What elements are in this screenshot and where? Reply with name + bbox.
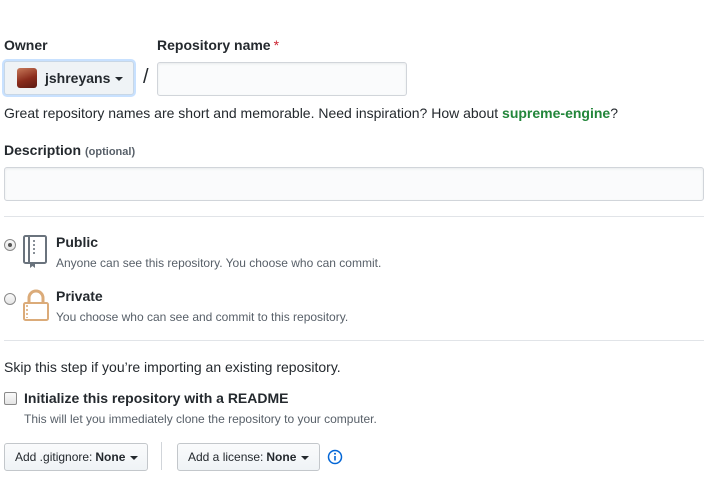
license-dropdown[interactable]: Add a license: None: [177, 443, 320, 471]
public-description: Anyone can see this repository. You choo…: [56, 256, 382, 270]
chevron-down-icon: [115, 77, 124, 81]
description-label: Description (optional): [4, 142, 135, 158]
info-icon[interactable]: [327, 449, 343, 465]
skip-step-text: Skip this step if you’re importing an ex…: [4, 359, 341, 375]
hint-suffix: ?: [610, 105, 618, 121]
readme-checkbox[interactable]: [4, 392, 17, 405]
private-title: Private: [56, 288, 103, 304]
description-input[interactable]: [4, 167, 704, 201]
divider: [4, 216, 704, 217]
required-mark: *: [273, 37, 280, 53]
hint-text: Great repository names are short and mem…: [4, 105, 503, 121]
chevron-down-icon: [301, 456, 310, 460]
lock-icon: [23, 289, 49, 321]
repository-name-label-text: Repository name: [157, 37, 271, 53]
button-separator: [161, 442, 162, 470]
readme-label[interactable]: Initialize this repository with a README: [24, 390, 288, 406]
divider: [4, 340, 704, 341]
license-value: None: [266, 450, 297, 464]
gitignore-label: Add .gitignore:: [15, 450, 93, 464]
gitignore-value: None: [95, 450, 126, 464]
public-radio[interactable]: [4, 239, 16, 251]
owner-label: Owner: [4, 37, 48, 53]
repository-name-hint: Great repository names are short and mem…: [4, 105, 618, 121]
license-label: Add a license:: [188, 450, 264, 464]
owner-name: jshreyans: [45, 70, 111, 86]
optional-note: (optional): [85, 146, 136, 158]
repo-icon: [23, 235, 47, 268]
owner-dropdown[interactable]: jshreyans: [4, 61, 134, 95]
repository-name-label: Repository name *: [157, 37, 279, 53]
gitignore-dropdown[interactable]: Add .gitignore: None: [4, 443, 148, 471]
description-label-text: Description: [4, 142, 82, 158]
owner-repo-separator: /: [143, 66, 149, 88]
readme-description: This will let you immediately clone the …: [24, 412, 377, 426]
repository-name-input[interactable]: [157, 62, 407, 96]
chevron-down-icon: [130, 456, 139, 460]
public-title: Public: [56, 234, 99, 250]
avatar: [17, 68, 37, 88]
suggestion-link[interactable]: supreme-engine: [502, 105, 610, 121]
private-radio[interactable]: [4, 293, 16, 305]
private-description: You choose who can see and commit to thi…: [56, 310, 349, 324]
